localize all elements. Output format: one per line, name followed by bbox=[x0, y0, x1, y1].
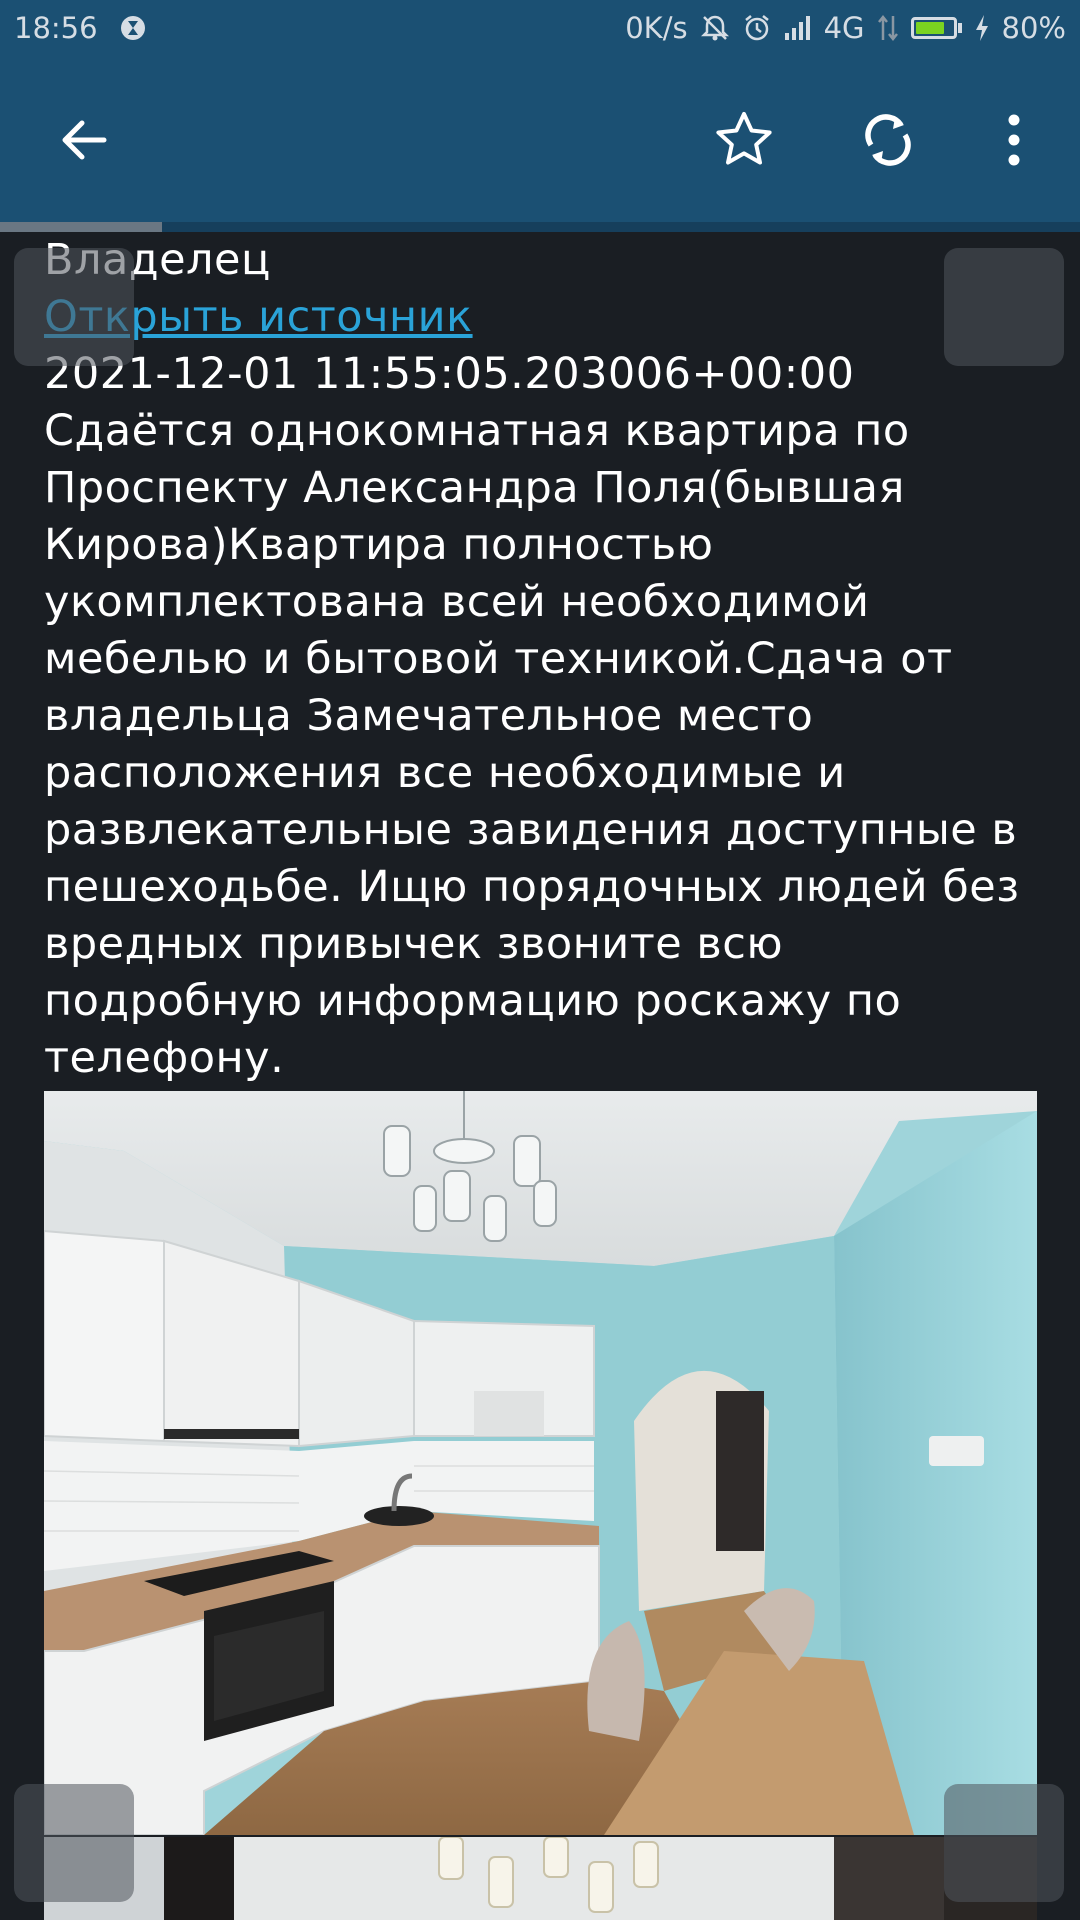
signal-icon bbox=[784, 15, 812, 41]
nav-right-button-bottom[interactable] bbox=[944, 1784, 1064, 1902]
listing-description: Сдаётся однокомнатная квартира по Проспе… bbox=[44, 406, 1020, 1083]
data-arrows-icon bbox=[877, 14, 899, 42]
listing-content: Владелец Открыть источник 2021-12-01 11:… bbox=[44, 232, 1044, 1087]
clock: 18:56 bbox=[14, 11, 98, 45]
second-photo-image bbox=[44, 1837, 1037, 1920]
owner-label: Владелец bbox=[44, 235, 271, 285]
page-load-progress-fill bbox=[0, 222, 162, 232]
status-bar: 18:56 0K/s 4G 80% bbox=[0, 0, 1080, 58]
bell-off-icon bbox=[700, 13, 730, 43]
star-icon bbox=[716, 112, 772, 165]
charging-icon bbox=[974, 14, 990, 42]
hourglass-icon bbox=[120, 15, 146, 41]
network-type: 4G bbox=[823, 11, 865, 45]
back-arrow-icon bbox=[62, 120, 107, 160]
app-bar bbox=[0, 58, 1080, 222]
back-button[interactable] bbox=[42, 98, 126, 182]
nav-left-button-bottom[interactable] bbox=[14, 1784, 134, 1902]
listing-photo-2[interactable] bbox=[44, 1837, 1037, 1920]
listing-timestamp: 2021-12-01 11:55:05.203006+00:00 bbox=[44, 349, 855, 399]
more-options-button[interactable] bbox=[972, 98, 1056, 182]
battery-icon bbox=[910, 17, 962, 39]
refresh-button[interactable] bbox=[846, 98, 930, 182]
more-vert-icon bbox=[1008, 114, 1020, 166]
battery-percent: 80% bbox=[1001, 11, 1066, 45]
nav-right-button-top[interactable] bbox=[944, 248, 1064, 366]
nav-left-button-top[interactable] bbox=[14, 248, 134, 366]
net-speed: 0K/s bbox=[625, 11, 688, 45]
listing-photo[interactable] bbox=[44, 1091, 1037, 1835]
alarm-icon bbox=[742, 13, 772, 43]
favorite-button[interactable] bbox=[702, 98, 786, 182]
page-load-progress bbox=[0, 222, 1080, 232]
kitchen-photo-image bbox=[44, 1091, 1037, 1835]
refresh-icon bbox=[865, 114, 911, 166]
